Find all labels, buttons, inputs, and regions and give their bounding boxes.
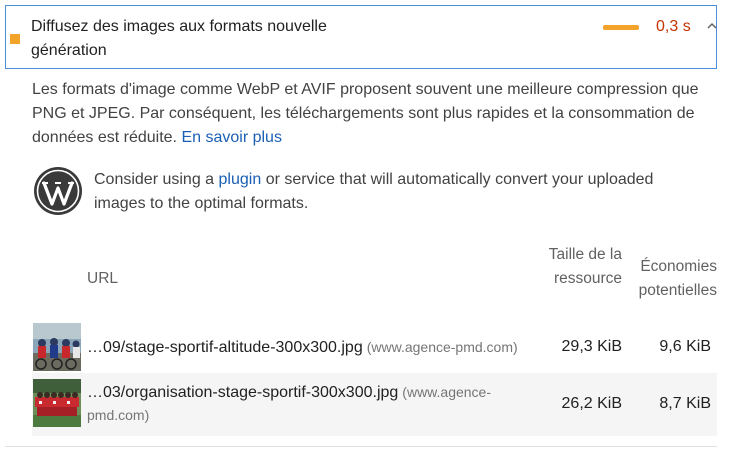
resource-url[interactable]: …03/organisation-stage-sportif-300x300.j… (87, 381, 507, 427)
url-origin: (www.agence-pmd.com) (366, 339, 518, 355)
audit-description: Les formats d'image comme WebP et AVIF p… (32, 78, 722, 150)
potential-savings: 8,7 KiB (659, 395, 711, 412)
stack-text-before: Consider using a (94, 171, 215, 188)
potential-savings: 9,6 KiB (659, 338, 711, 355)
resource-size: 29,3 KiB (561, 338, 622, 355)
warning-square-icon (10, 34, 20, 44)
table-row: …03/organisation-stage-sportif-300x300.j… (32, 373, 717, 436)
plugin-link[interactable]: plugin (219, 171, 262, 188)
audit-title: Diffusez des images aux formats nouvelle… (31, 18, 327, 59)
resource-size: 26,2 KiB (561, 395, 622, 412)
url-text: …09/stage-sportif-altitude-300x300.jpg (87, 339, 363, 356)
thumbnail-image (33, 379, 81, 427)
learn-more-link[interactable]: En savoir plus (181, 129, 282, 146)
url-text: …03/organisation-stage-sportif-300x300.j… (87, 384, 399, 401)
column-header-url: URL (87, 270, 119, 287)
wordpress-icon (34, 167, 82, 215)
description-text: Les formats d'image comme WebP et AVIF p… (32, 81, 699, 146)
audit-metric: 0,3 s (656, 18, 691, 35)
divider (5, 446, 717, 447)
table-row: …09/stage-sportif-altitude-300x300.jpg (w… (32, 321, 717, 373)
audit-header[interactable]: Diffusez des images aux formats nouvelle… (5, 5, 717, 69)
resource-url[interactable]: …09/stage-sportif-altitude-300x300.jpg (w… (87, 336, 527, 359)
column-header-size: Taille de la ressource (548, 246, 622, 287)
savings-bar (603, 25, 639, 30)
chevron-up-icon[interactable] (705, 19, 719, 33)
stack-pack-note: Consider using a plugin or service that … (94, 168, 694, 216)
column-header-savings: Économies potentielles (638, 258, 717, 299)
thumbnail-image (33, 323, 81, 371)
